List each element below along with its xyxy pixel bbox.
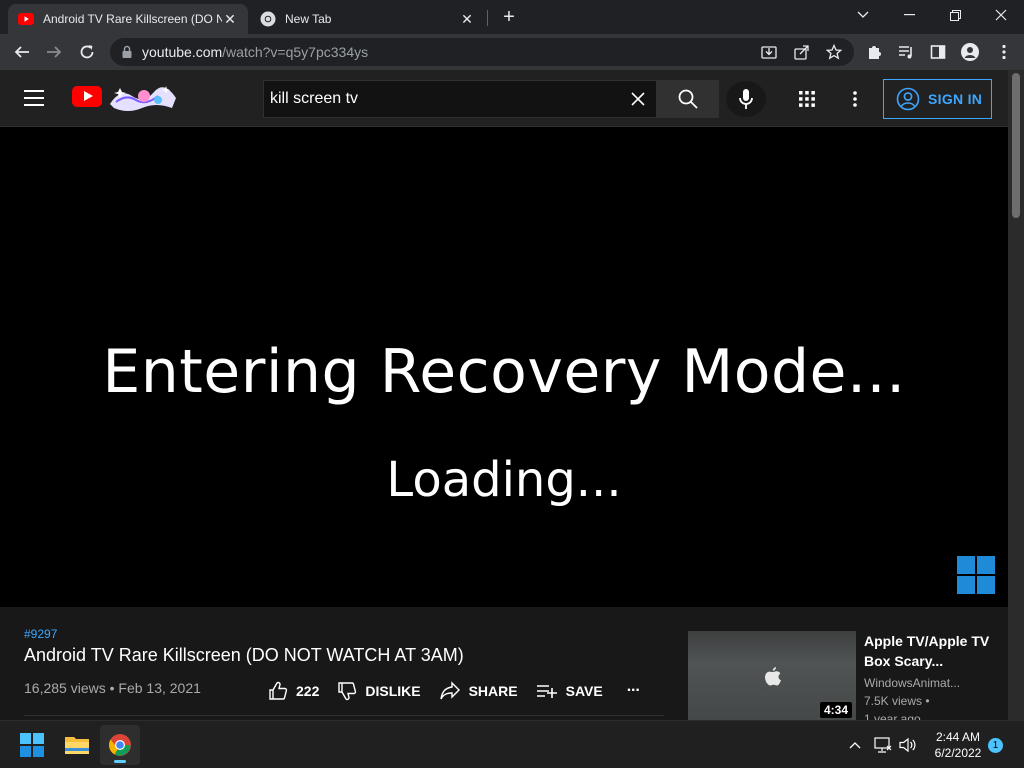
chrome-favicon-icon [260,11,276,27]
save-button[interactable]: SAVE [536,681,603,701]
search-button[interactable] [656,80,719,118]
tab-title: New Tab [285,12,332,26]
media-controls-icon[interactable] [894,40,918,64]
forward-arrow-icon[interactable] [42,40,66,64]
like-count: 222 [296,683,320,699]
sign-in-button[interactable]: SIGN IN [883,79,992,119]
recommendation-views: 7.5K views • [864,694,930,708]
video-info-section: #9297 Android TV Rare Killscreen (DO NOT… [0,607,1008,726]
youtube-favicon-icon [18,13,34,25]
video-hashtag-link[interactable]: #9297 [24,627,57,641]
taskbar-clock[interactable]: 2:44 AM 6/2/2022 [928,729,988,761]
new-tab-button[interactable]: + [498,6,520,28]
volume-icon[interactable] [898,735,918,755]
youtube-doodle-logo[interactable] [106,82,178,112]
bookmark-star-icon[interactable] [822,40,846,64]
recommendation-thumbnail[interactable]: 4:34 [688,631,856,720]
extensions-puzzle-icon[interactable] [862,40,886,64]
tab-close-icon[interactable]: ✕ [222,11,238,27]
share-label: SHARE [468,683,518,699]
share-arrow-icon [439,681,460,700]
recommendation-channel[interactable]: WindowsAnimat... [864,676,960,690]
restore-icon[interactable] [932,0,978,30]
clock-date: 6/2/2022 [934,746,982,760]
save-label: SAVE [565,683,603,699]
share-button[interactable]: SHARE [439,681,518,701]
thumbs-down-icon [338,682,357,701]
folder-icon [65,737,89,754]
address-bar[interactable]: youtube.com/watch?v=q5y7pc334ys [110,38,854,66]
video-frame-text-loading: Loading... [386,452,622,508]
minimize-icon[interactable] [886,0,932,30]
url-host: youtube.com [142,44,223,60]
apple-logo-icon [765,667,781,686]
chrome-icon [109,734,131,756]
profile-avatar-icon[interactable] [958,40,982,64]
back-arrow-icon[interactable] [10,40,34,64]
youtube-logo-icon[interactable] [72,86,102,107]
more-actions-button[interactable]: ··· [626,682,641,700]
browser-tab-strip: Android TV Rare Killscreen (DO NOT WATCH… [0,0,1024,34]
playlist-add-icon [536,685,557,698]
chrome-menu-icon[interactable] [992,40,1016,64]
search-input[interactable]: kill screen tv [263,80,656,118]
tab-title: Android TV Rare Killscreen (DO NOT WATCH… [43,12,222,26]
clock-time: 2:44 AM [935,730,981,744]
install-app-icon[interactable] [757,40,781,64]
active-app-indicator [114,760,126,763]
youtube-masthead: kill screen tv SIGN IN [0,70,1008,127]
file-explorer-button[interactable] [57,725,97,765]
windows-taskbar: 2:44 AM 6/2/2022 1 [0,720,1024,768]
chrome-taskbar-button[interactable] [100,725,140,765]
recommendation-title[interactable]: Apple TV/Apple TV Box Scary... [864,631,994,671]
start-button[interactable] [12,725,52,765]
thumbs-up-icon [269,681,288,700]
tab-close-icon[interactable]: ✕ [459,11,475,27]
share-page-icon[interactable] [790,40,814,64]
tab-search-chevron-icon[interactable] [840,0,886,30]
hamburger-menu-icon[interactable] [24,88,48,108]
page-scrollbar-thumb[interactable] [1012,73,1020,218]
tab-youtube[interactable]: Android TV Rare Killscreen (DO NOT WATCH… [8,4,248,34]
windows-start-icon [20,733,44,757]
clear-search-icon[interactable] [620,81,656,117]
video-duration-badge: 4:34 [819,702,852,718]
account-circle-icon [896,87,920,111]
network-icon[interactable] [873,735,893,755]
video-frame-text-recovery: Entering Recovery Mode... [102,337,906,407]
voice-search-button[interactable] [726,81,766,117]
tab-separator [487,10,488,26]
search-icon [678,89,698,109]
show-hidden-icons-chevron-icon[interactable] [845,735,865,755]
sign-in-label: SIGN IN [928,91,983,107]
close-window-icon[interactable] [978,0,1024,30]
video-view-date: 16,285 views • Feb 13, 2021 [24,680,201,696]
browser-toolbar: youtube.com/watch?v=q5y7pc334ys [0,34,1024,70]
microphone-icon [739,89,753,109]
windows-watermark-logo [957,556,995,594]
video-player[interactable]: Entering Recovery Mode... Loading... [0,127,1008,607]
settings-more-vertical-icon[interactable] [842,86,868,112]
notification-badge[interactable]: 1 [988,738,1003,753]
video-actions: 222 DISLIKE SHARE SAVE ··· [268,679,658,703]
dislike-button[interactable]: DISLIKE [337,681,421,701]
search-query[interactable]: kill screen tv [270,90,620,108]
reload-icon[interactable] [75,40,99,64]
more-horizontal-icon: ··· [626,682,641,699]
youtube-apps-grid-icon[interactable] [794,86,820,112]
lock-icon [122,45,132,58]
info-divider [24,715,664,716]
side-panel-icon[interactable] [926,40,950,64]
dislike-label: DISLIKE [365,683,421,699]
like-button[interactable]: 222 [268,681,319,701]
url-path: /watch?v=q5y7pc334ys [222,44,369,60]
tab-new-tab[interactable]: New Tab ✕ [250,4,485,34]
video-title: Android TV Rare Killscreen (DO NOT WATCH… [24,645,464,665]
